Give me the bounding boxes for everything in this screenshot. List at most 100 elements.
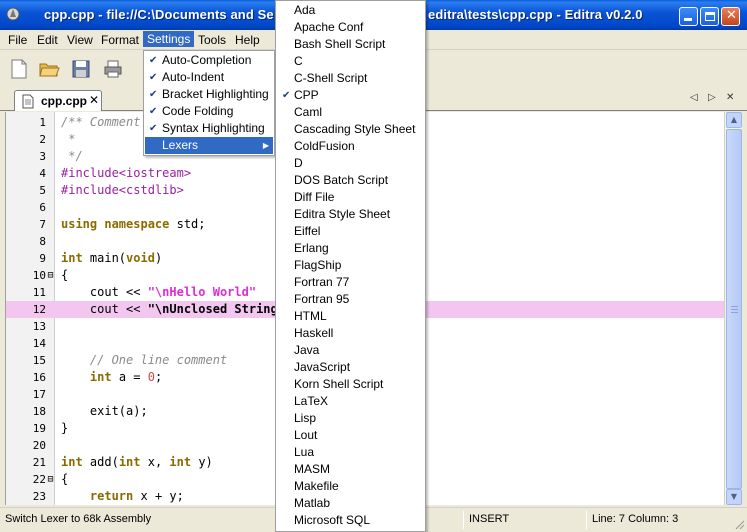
fold-toggle-icon[interactable] bbox=[46, 454, 55, 471]
menu-tools[interactable]: Tools bbox=[198, 33, 226, 47]
lexer-item[interactable]: Lua bbox=[277, 444, 424, 461]
fold-toggle-icon[interactable] bbox=[46, 182, 55, 199]
window-title-left: cpp.cpp - file://C:\Documents and Se bbox=[44, 7, 274, 22]
fold-toggle-icon[interactable] bbox=[46, 386, 55, 403]
settings-menu-item-syntax-highlighting[interactable]: ✔ Syntax Highlighting bbox=[145, 120, 273, 137]
lexer-item[interactable]: Haskell bbox=[277, 325, 424, 342]
fold-toggle-icon[interactable] bbox=[46, 233, 55, 250]
code-token: int bbox=[118, 455, 141, 469]
lexer-item[interactable]: Eiffel bbox=[277, 223, 424, 240]
code-token: a = bbox=[111, 370, 148, 384]
close-window-button[interactable]: ✕ bbox=[721, 7, 740, 26]
fold-toggle-icon[interactable] bbox=[46, 148, 55, 165]
lexer-item[interactable]: Java bbox=[277, 342, 424, 359]
settings-menu-item-auto-indent[interactable]: ✔ Auto-Indent bbox=[145, 69, 273, 86]
lexer-item[interactable]: HTML bbox=[277, 308, 424, 325]
code-token: 0 bbox=[147, 370, 155, 384]
open-folder-icon[interactable] bbox=[38, 58, 60, 80]
lexer-item[interactable]: LaTeX bbox=[277, 393, 424, 410]
line-number: 8 bbox=[39, 235, 46, 248]
lexer-item[interactable]: C-Shell Script bbox=[277, 70, 424, 87]
code-text: // One line comment bbox=[61, 352, 227, 369]
fold-toggle-icon[interactable] bbox=[46, 199, 55, 216]
fold-toggle-icon[interactable] bbox=[46, 250, 55, 267]
save-icon[interactable] bbox=[70, 58, 92, 80]
line-number: 17 bbox=[32, 388, 46, 401]
new-file-icon[interactable] bbox=[8, 58, 30, 80]
print-icon[interactable] bbox=[102, 58, 124, 80]
lexer-item[interactable]: Microsoft SQL bbox=[277, 512, 424, 529]
fold-toggle-icon[interactable] bbox=[46, 488, 55, 505]
scroll-down-icon[interactable]: ▼ bbox=[726, 489, 742, 505]
line-number: 4 bbox=[39, 167, 46, 180]
maximize-icon bbox=[705, 12, 715, 21]
lexer-item[interactable]: JavaScript bbox=[277, 359, 424, 376]
lexer-item[interactable]: DOS Batch Script bbox=[277, 172, 424, 189]
menu-view[interactable]: View bbox=[67, 33, 93, 47]
scroll-up-icon[interactable]: ▲ bbox=[726, 112, 742, 128]
settings-menu-item-bracket-highlighting[interactable]: ✔ Bracket Highlighting bbox=[145, 86, 273, 103]
lexer-item[interactable]: ✔ CPP bbox=[277, 87, 424, 104]
maximize-button[interactable] bbox=[700, 7, 719, 26]
fold-toggle-icon[interactable] bbox=[46, 403, 55, 420]
code-token: #include<cstdlib> bbox=[61, 183, 184, 197]
lexer-item[interactable]: FlagShip bbox=[277, 257, 424, 274]
lexer-item[interactable]: Diff File bbox=[277, 189, 424, 206]
fold-toggle-icon[interactable] bbox=[46, 318, 55, 335]
lexer-item[interactable]: Bash Shell Script bbox=[277, 36, 424, 53]
menu-settings[interactable]: Settings bbox=[143, 31, 195, 47]
settings-menu-item-auto-completion[interactable]: ✔ Auto-Completion bbox=[145, 52, 273, 69]
line-number: 11 bbox=[32, 286, 46, 299]
fold-toggle-icon[interactable] bbox=[46, 131, 55, 148]
tab-prev-icon[interactable]: ◁ bbox=[690, 92, 698, 103]
menu-edit[interactable]: Edit bbox=[37, 33, 58, 47]
lexer-item[interactable]: D bbox=[277, 155, 424, 172]
fold-toggle-icon[interactable] bbox=[46, 420, 55, 437]
tab-close-all-icon[interactable]: ✕ bbox=[726, 92, 734, 103]
editra-app-icon[interactable] bbox=[5, 6, 21, 22]
lexer-item[interactable]: ColdFusion bbox=[277, 138, 424, 155]
fold-toggle-icon[interactable] bbox=[46, 114, 55, 131]
scroll-thumb[interactable] bbox=[726, 129, 742, 489]
lexer-item[interactable]: Editra Style Sheet bbox=[277, 206, 424, 223]
lexer-item[interactable]: Lisp bbox=[277, 410, 424, 427]
menu-help[interactable]: Help bbox=[235, 33, 260, 47]
lexer-item[interactable]: Ada bbox=[277, 2, 424, 19]
fold-toggle-icon[interactable] bbox=[46, 216, 55, 233]
fold-toggle-icon[interactable] bbox=[46, 335, 55, 352]
fold-toggle-icon[interactable]: ⊟ bbox=[46, 471, 55, 488]
lexer-item[interactable]: Lout bbox=[277, 427, 424, 444]
lexer-item[interactable]: Erlang bbox=[277, 240, 424, 257]
minimize-button[interactable] bbox=[679, 7, 698, 26]
lexer-item-label: Lua bbox=[294, 445, 315, 459]
lexer-item[interactable]: MASM bbox=[277, 461, 424, 478]
fold-toggle-icon[interactable] bbox=[46, 437, 55, 454]
lexer-item[interactable]: C bbox=[277, 53, 424, 70]
fold-toggle-icon[interactable] bbox=[46, 301, 55, 318]
fold-toggle-icon[interactable] bbox=[46, 352, 55, 369]
tab-close-icon[interactable]: ✕ bbox=[89, 93, 99, 107]
settings-menu-item-lexers[interactable]: Lexers ▶ bbox=[145, 137, 273, 154]
tab-next-icon[interactable]: ▷ bbox=[708, 92, 716, 103]
fold-toggle-icon[interactable] bbox=[46, 165, 55, 182]
tab-cpp[interactable]: cpp.cpp ✕ bbox=[14, 90, 102, 111]
lexer-item[interactable]: Apache Conf bbox=[277, 19, 424, 36]
vertical-scrollbar[interactable]: ▲ ▼ bbox=[724, 112, 742, 505]
lexer-item-label: FlagShip bbox=[294, 258, 342, 272]
lexer-item[interactable]: Matlab bbox=[277, 495, 424, 512]
lexer-item[interactable]: Korn Shell Script bbox=[277, 376, 424, 393]
fold-toggle-icon[interactable] bbox=[46, 369, 55, 386]
lexer-item[interactable]: Caml bbox=[277, 104, 424, 121]
menu-format[interactable]: Format bbox=[101, 33, 139, 47]
lexer-item[interactable]: Cascading Style Sheet bbox=[277, 121, 424, 138]
lexer-item-label: Erlang bbox=[294, 241, 329, 255]
lexer-item[interactable]: Fortran 95 bbox=[277, 291, 424, 308]
resize-grip-icon[interactable] bbox=[733, 518, 745, 530]
fold-toggle-icon[interactable] bbox=[46, 284, 55, 301]
menu-file[interactable]: File bbox=[8, 33, 27, 47]
fold-toggle-icon[interactable]: ⊟ bbox=[46, 267, 55, 284]
settings-menu-item-code-folding[interactable]: ✔ Code Folding bbox=[145, 103, 273, 120]
lexer-item[interactable]: Makefile bbox=[277, 478, 424, 495]
lexer-item[interactable]: Fortran 77 bbox=[277, 274, 424, 291]
